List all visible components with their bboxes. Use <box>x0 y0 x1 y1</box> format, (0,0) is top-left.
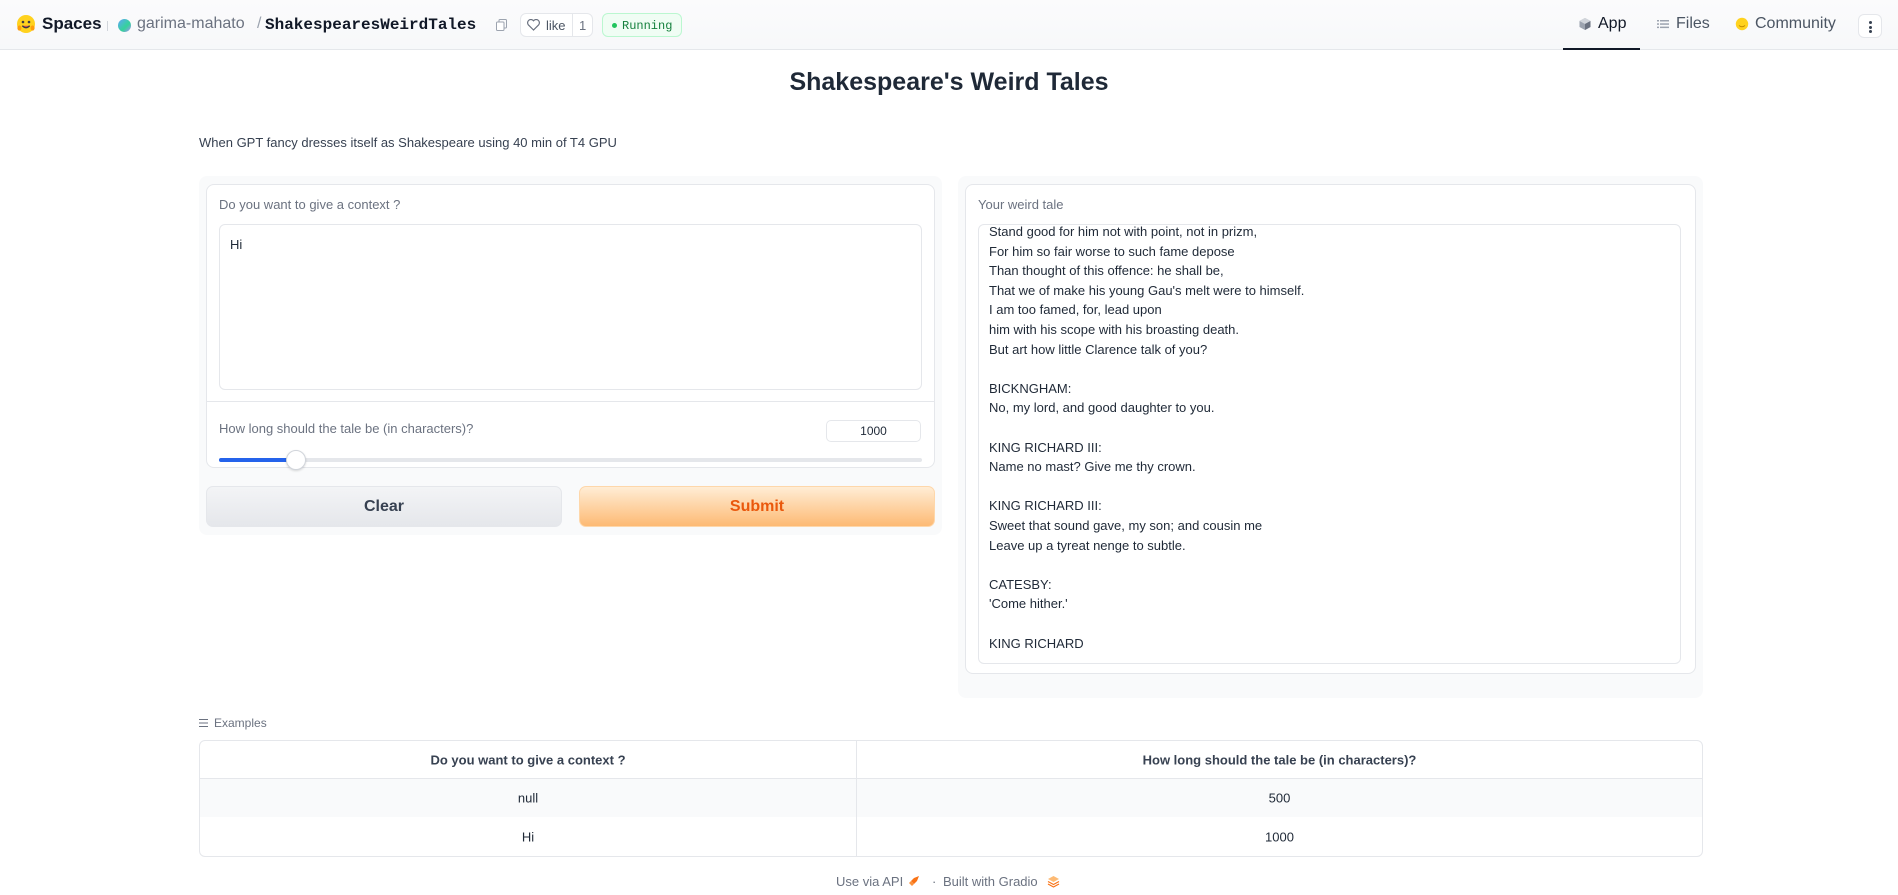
example-cell[interactable]: Hi <box>200 817 856 856</box>
length-label: How long should the tale be (in characte… <box>219 421 474 436</box>
like-count: 1 <box>579 18 587 33</box>
length-number-input[interactable]: 1000 <box>826 420 921 442</box>
status-dot-icon <box>612 23 617 28</box>
tab-community-label: Community <box>1755 15 1836 32</box>
tale-line: For him so fair worse to such fame depos… <box>989 243 1235 259</box>
tab-files-label: Files <box>1676 15 1710 32</box>
tale-line: But art how little Clarence talk of you? <box>989 341 1208 357</box>
tale-line: 'Come hither.' <box>989 596 1068 612</box>
input-block: Do you want to give a context ? Hi How l… <box>206 184 935 470</box>
nav-divider <box>107 21 108 31</box>
example-cell[interactable]: null <box>200 779 856 817</box>
tale-line: Leave up a tyreat nenge to subtle. <box>989 537 1186 553</box>
output-label: Your weird tale <box>978 197 1064 212</box>
files-icon <box>1657 20 1669 29</box>
top-navbar: Spaces garima-mahato / ShakespearesWeird… <box>0 0 1898 50</box>
examples-column-header: How long should the tale be (in characte… <box>856 741 1702 778</box>
more-options-icon[interactable] <box>1858 14 1882 38</box>
like-label: like <box>546 18 566 33</box>
repo-name-link[interactable]: ShakespearesWeirdTales <box>265 16 476 34</box>
tale-line: KING RICHARD III: <box>989 498 1102 514</box>
status-text: Running <box>622 19 673 33</box>
heart-icon <box>527 19 540 31</box>
example-cell[interactable]: 1000 <box>856 817 1702 856</box>
input-panel: Do you want to give a context ? Hi How l… <box>199 176 942 535</box>
app-description: When GPT fancy dresses itself as Shakesp… <box>199 135 617 150</box>
like-button[interactable]: like 1 <box>520 13 593 37</box>
active-tab-indicator <box>1563 48 1640 50</box>
rocket-icon <box>909 876 919 886</box>
clear-button[interactable]: Clear <box>206 486 562 527</box>
example-row[interactable]: null 500 <box>200 779 1702 817</box>
tale-line: him with his scope with his broasting de… <box>989 322 1240 337</box>
spaces-link[interactable]: Spaces <box>42 14 102 34</box>
context-textarea[interactable]: Hi <box>219 224 922 390</box>
examples-label: Examples <box>214 716 267 730</box>
block-divider <box>207 401 934 402</box>
context-label: Do you want to give a context ? <box>219 197 401 212</box>
tab-app[interactable]: App <box>1563 15 1640 50</box>
page-title: Shakespeare's Weird Tales <box>789 68 1109 96</box>
tale-line: CATESBY: <box>989 576 1052 592</box>
app-cube-icon <box>1579 18 1591 30</box>
tale-line: KING RICHARD <box>989 635 1084 651</box>
slider-thumb[interactable] <box>286 450 307 470</box>
copy-icon[interactable] <box>496 19 507 31</box>
output-textarea[interactable]: Stand good for him not with point, not i… <box>978 224 1681 664</box>
tab-app-label: App <box>1598 15 1627 32</box>
built-with-gradio-link[interactable]: Built with Gradio <box>943 874 1038 889</box>
tale-line: Than thought of this offence: he shall b… <box>989 263 1224 279</box>
tale-line: I am too famed, for, lead upon <box>989 302 1162 318</box>
use-via-api-link[interactable]: Use via API <box>836 874 903 889</box>
slider-fill <box>219 458 297 462</box>
status-badge: Running <box>602 13 682 37</box>
length-slider[interactable] <box>219 450 922 470</box>
tale-line: KING RICHARD III: <box>989 439 1102 455</box>
tale-line: Name no mast? Give me thy crown. <box>989 459 1196 475</box>
example-row[interactable]: Hi 1000 <box>200 817 1702 856</box>
huggingface-logo-icon[interactable] <box>16 14 36 34</box>
tale-line: No, my lord, and good daughter to you. <box>989 400 1215 416</box>
list-icon <box>199 719 208 727</box>
examples-header-row: Do you want to give a context ? How long… <box>200 741 1702 779</box>
footer-separator: · <box>932 874 937 889</box>
examples-table: Do you want to give a context ? How long… <box>199 740 1703 857</box>
like-divider <box>572 14 573 36</box>
community-icon <box>1735 17 1749 31</box>
owner-avatar[interactable] <box>118 19 131 32</box>
tab-community[interactable]: Community <box>1735 15 1845 50</box>
example-cell[interactable]: 500 <box>856 779 1702 817</box>
gradio-logo-icon <box>1047 876 1060 888</box>
path-separator: / <box>257 15 262 32</box>
tale-line: Sweet that sound gave, my son; and cousi… <box>989 518 1263 533</box>
owner-link[interactable]: garima-mahato <box>137 15 245 33</box>
output-panel: Your weird tale Stand good for him not w… <box>958 176 1703 698</box>
examples-column-header: Do you want to give a context ? <box>430 752 626 767</box>
tale-line: That we of make his young Gau's melt wer… <box>989 282 1305 298</box>
tale-line: Stand good for him not with point, not i… <box>989 224 1258 239</box>
submit-button[interactable]: Submit <box>579 486 935 527</box>
tale-line: BICKNGHAM: <box>989 380 1072 396</box>
tab-files[interactable]: Files <box>1656 15 1716 50</box>
output-block: Your weird tale Stand good for him not w… <box>965 184 1696 674</box>
